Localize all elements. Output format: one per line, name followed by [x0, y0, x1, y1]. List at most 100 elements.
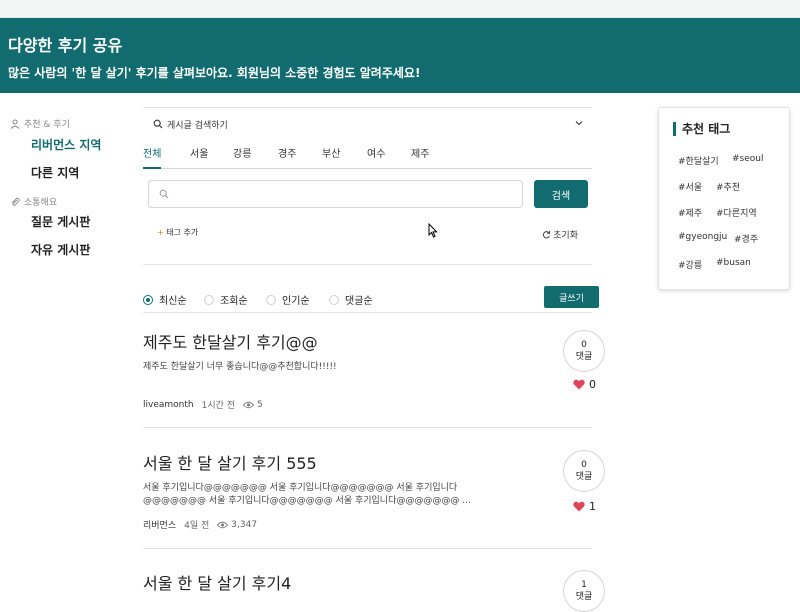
tag-chip[interactable]: #gyeongju [678, 232, 727, 242]
tag-chip[interactable]: #제주 [678, 206, 702, 219]
search-button[interactable]: 검색 [534, 180, 588, 208]
like-count: 1 [589, 500, 596, 513]
post-item[interactable]: 제주도 한달살기 후기@@ 제주도 한달살기 너무 좋습니다@@추천합니다!!!… [143, 329, 605, 411]
radio-dot [266, 294, 276, 305]
like-count: 0 [589, 378, 596, 391]
tab-busan[interactable]: 부산 [322, 149, 340, 169]
banner-title: 다양한 후기 공유 [8, 36, 123, 55]
sort-radio-latest[interactable]: 최신순 [143, 292, 187, 307]
post-divider [143, 427, 592, 428]
tag-chip[interactable]: #다른지역 [716, 206, 757, 219]
eye-icon [217, 521, 229, 528]
tag-chip[interactable]: #강릉 [678, 258, 702, 271]
sort-radio-views[interactable]: 조회순 [204, 292, 248, 307]
post-meta: liveamonth 1시간 전 5 [143, 398, 263, 412]
post-views: 5 [243, 400, 263, 410]
comment-count-bubble[interactable]: 0 댓글 [563, 330, 605, 372]
comment-count-bubble[interactable]: 1 댓글 [563, 570, 605, 612]
tab-seoul[interactable]: 서울 [190, 149, 208, 169]
recommended-tags-panel: 추천 태그 #한달살기 #seoul #서울 #추천 #제주 #다른지역 #gy… [658, 107, 790, 290]
sidebar-section-community: 소통해요 [10, 195, 57, 208]
tag-chip[interactable]: #서울 [678, 180, 702, 193]
comment-label: 댓글 [575, 352, 593, 362]
banner-subtitle: 많은 사람의 '한 달 살기' 후기를 살펴보아요. 회원님의 소중한 경험도 … [8, 66, 421, 80]
radio-dot [143, 294, 153, 305]
plus-icon: + [157, 228, 164, 237]
sidebar-section-label: 추천 & 후기 [24, 120, 70, 130]
add-tag-label: 태그 추가 [166, 228, 199, 237]
search-icon [153, 119, 163, 129]
post-item[interactable]: 서울 한 달 살기 후기4 1 댓글 [143, 570, 605, 612]
search-toggle[interactable]: 게시글 검색하기 [153, 118, 228, 131]
post-divider [143, 548, 592, 549]
hero-banner: 다양한 후기 공유 많은 사람의 '한 달 살기' 후기를 살펴보아요. 회원님… [0, 18, 800, 93]
post-item[interactable]: 서울 한 달 살기 후기 555 서울 후기입니다@@@@@@@ 서울 후기입니… [143, 450, 605, 531]
sort-label: 인기순 [282, 296, 310, 307]
post-time: 1시간 전 [201, 401, 236, 411]
write-post-button[interactable]: 글쓰기 [544, 286, 599, 308]
refresh-icon [543, 230, 551, 239]
heart-icon [573, 501, 585, 512]
comment-label: 댓글 [575, 592, 593, 602]
sidebar-item-free-board[interactable]: 자유 게시판 [31, 241, 90, 258]
comment-count-bubble[interactable]: 0 댓글 [563, 450, 605, 492]
reset-label: 초기화 [553, 231, 578, 241]
top-navigation-strip [0, 0, 800, 18]
divider [143, 312, 592, 313]
mouse-cursor-icon [428, 223, 438, 238]
heart-icon [573, 379, 585, 390]
post-title[interactable]: 서울 한 달 살기 후기 555 [143, 450, 603, 474]
search-toggle-label: 게시글 검색하기 [167, 120, 228, 131]
add-tag-button[interactable]: + 태그 추가 [157, 227, 198, 238]
eye-icon [243, 401, 255, 408]
post-title[interactable]: 서울 한 달 살기 후기4 [143, 570, 603, 594]
sort-label: 최신순 [159, 296, 187, 307]
tab-jeju[interactable]: 제주 [411, 149, 429, 169]
sort-radio-popular[interactable]: 인기순 [266, 292, 310, 307]
comment-count: 0 [581, 340, 587, 350]
region-tabs: 전체 서울 강릉 경주 부산 여수 제주 [143, 149, 592, 169]
comment-count: 1 [581, 580, 587, 590]
recommended-tags-title: 추천 태그 [673, 122, 730, 136]
search-input[interactable] [148, 180, 523, 208]
tag-chip[interactable]: #busan [716, 258, 751, 268]
sidebar-item-livermonth-region[interactable]: 리버먼스 지역 [31, 136, 101, 153]
sort-options: 최신순 조회순 인기순 댓글순 글쓰기 [143, 286, 599, 310]
paperclip-icon [11, 197, 20, 206]
tag-chip[interactable]: #한달살기 [678, 154, 719, 167]
tab-gangneung[interactable]: 강릉 [233, 149, 251, 169]
radio-dot [204, 294, 214, 305]
tab-gyeongju[interactable]: 경주 [278, 149, 296, 169]
radio-dot [329, 294, 339, 305]
post-excerpt: 제주도 한달살기 너무 좋습니다@@추천합니다!!!!! [143, 362, 337, 372]
view-count: 5 [257, 399, 263, 410]
tab-yeosu[interactable]: 여수 [367, 149, 385, 169]
tab-all[interactable]: 전체 [143, 149, 162, 169]
sort-label: 조회순 [220, 296, 248, 307]
sort-label: 댓글순 [345, 296, 373, 307]
post-title[interactable]: 제주도 한달살기 후기@@ [143, 329, 603, 353]
comment-label: 댓글 [575, 472, 593, 482]
post-excerpt: 서울 후기입니다@@@@@@@ 서울 후기입니다@@@@@@@ 서울 후기입니다… [143, 483, 471, 506]
tag-chip[interactable]: #추천 [716, 180, 740, 193]
tag-chip[interactable]: #경주 [734, 232, 758, 245]
comment-count: 0 [581, 460, 587, 470]
chevron-down-icon[interactable] [574, 118, 584, 128]
sidebar-item-question-board[interactable]: 질문 게시판 [31, 213, 90, 230]
post-author: liveamonth [143, 399, 194, 410]
reset-button[interactable]: 초기화 [542, 228, 578, 241]
search-icon [159, 189, 169, 199]
tag-chip[interactable]: #seoul [732, 154, 763, 164]
like-button[interactable]: 0 [573, 378, 596, 391]
sidebar-item-other-region[interactable]: 다른 지역 [31, 164, 79, 181]
post-time: 4일 전 [184, 521, 210, 531]
post-author: 리버먼스 [143, 521, 177, 531]
person-icon [10, 119, 20, 129]
sort-radio-comments[interactable]: 댓글순 [329, 292, 373, 307]
like-button[interactable]: 1 [573, 500, 596, 513]
sidebar-section-label: 소통해요 [24, 198, 58, 208]
search-toggle-bar[interactable]: 게시글 검색하기 [143, 107, 592, 140]
divider [143, 264, 592, 265]
post-views: 3,347 [217, 520, 257, 530]
sidebar-section-recommend: 추천 & 후기 [10, 117, 70, 130]
